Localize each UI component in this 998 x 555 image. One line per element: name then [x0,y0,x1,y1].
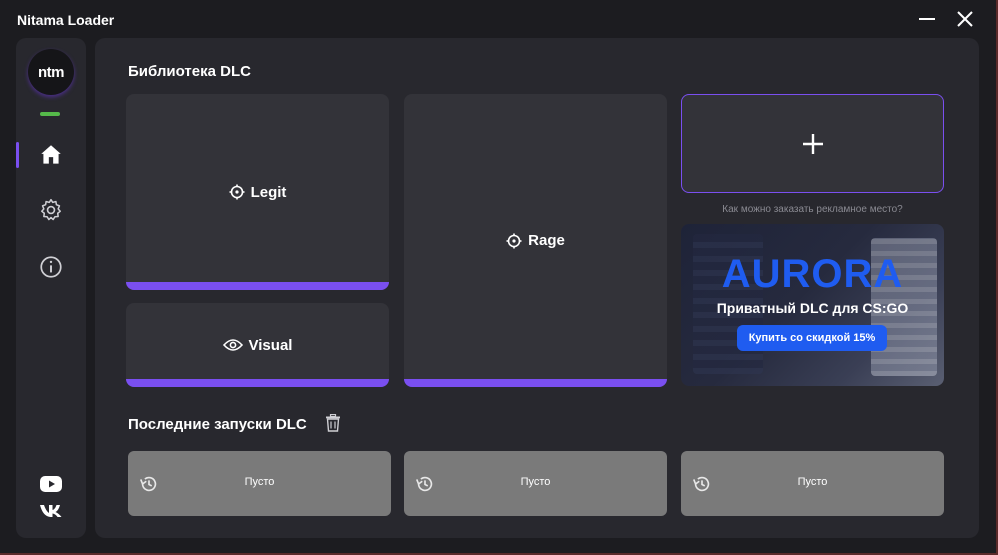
vk-link[interactable] [39,500,63,520]
ad-subtitle: Приватный DLC для CS:GO [716,300,909,316]
dlc-card-label: Rage [528,232,565,249]
ad-banner[interactable]: AURORA Приватный DLC для CS:GO Купить со… [681,224,944,386]
minimize-button[interactable] [916,8,938,30]
recent-slot-label: Пусто [797,476,828,488]
recent-slot-label: Пусто [244,476,275,488]
crosshair-icon [506,233,522,248]
logo-text: ntm [38,63,65,81]
title-bar: Nitama Loader [0,0,998,38]
status-indicator [40,112,60,116]
youtube-link[interactable] [39,474,63,494]
recent-slot-3[interactable]: Пусто [681,451,944,516]
main-panel: Библиотека DLC Legit Visual Rage Как мож… [95,38,979,538]
nav-home[interactable] [38,142,64,168]
ad-placement-link[interactable]: Как можно заказать рекламное место? [681,204,944,215]
active-nav-indicator [16,142,19,168]
close-icon [957,11,973,27]
card-accent-bar [126,282,389,290]
dlc-card-rage[interactable]: Rage [404,94,667,387]
sidebar: ntm [16,38,86,538]
recent-slot-2[interactable]: Пусто [404,451,667,516]
eye-icon [222,339,243,351]
clear-history-button[interactable] [325,413,343,434]
gear-icon [41,198,61,221]
card-accent-bar [126,379,389,387]
logo: ntm [28,49,74,95]
add-dlc-button[interactable] [681,94,944,193]
home-icon [41,145,61,164]
info-icon [40,256,62,278]
youtube-icon [40,476,62,492]
plus-icon [802,133,823,154]
ad-buy-button[interactable]: Купить со скидкой 15% [737,325,887,351]
app-title: Nitama Loader [17,12,115,28]
dlc-card-label: Visual [248,336,293,354]
library-title: Библиотека DLC [128,63,251,80]
dlc-card-legit[interactable]: Legit [126,94,389,290]
trash-icon [326,413,340,432]
close-button[interactable] [954,8,976,30]
card-accent-bar [404,379,667,387]
dlc-card-visual[interactable]: Visual [126,303,389,387]
vk-icon [40,505,62,517]
dlc-card-label: Legit [250,183,287,201]
recent-launches-title: Последние запуски DLC [128,416,307,433]
crosshair-icon [229,184,245,200]
recent-slot-label: Пусто [520,476,551,488]
nav-info[interactable] [38,254,64,280]
ad-brand-title: AURORA [721,252,904,296]
recent-slot-1[interactable]: Пусто [128,451,391,516]
nav-settings[interactable] [38,197,64,223]
minimize-icon [919,18,935,20]
